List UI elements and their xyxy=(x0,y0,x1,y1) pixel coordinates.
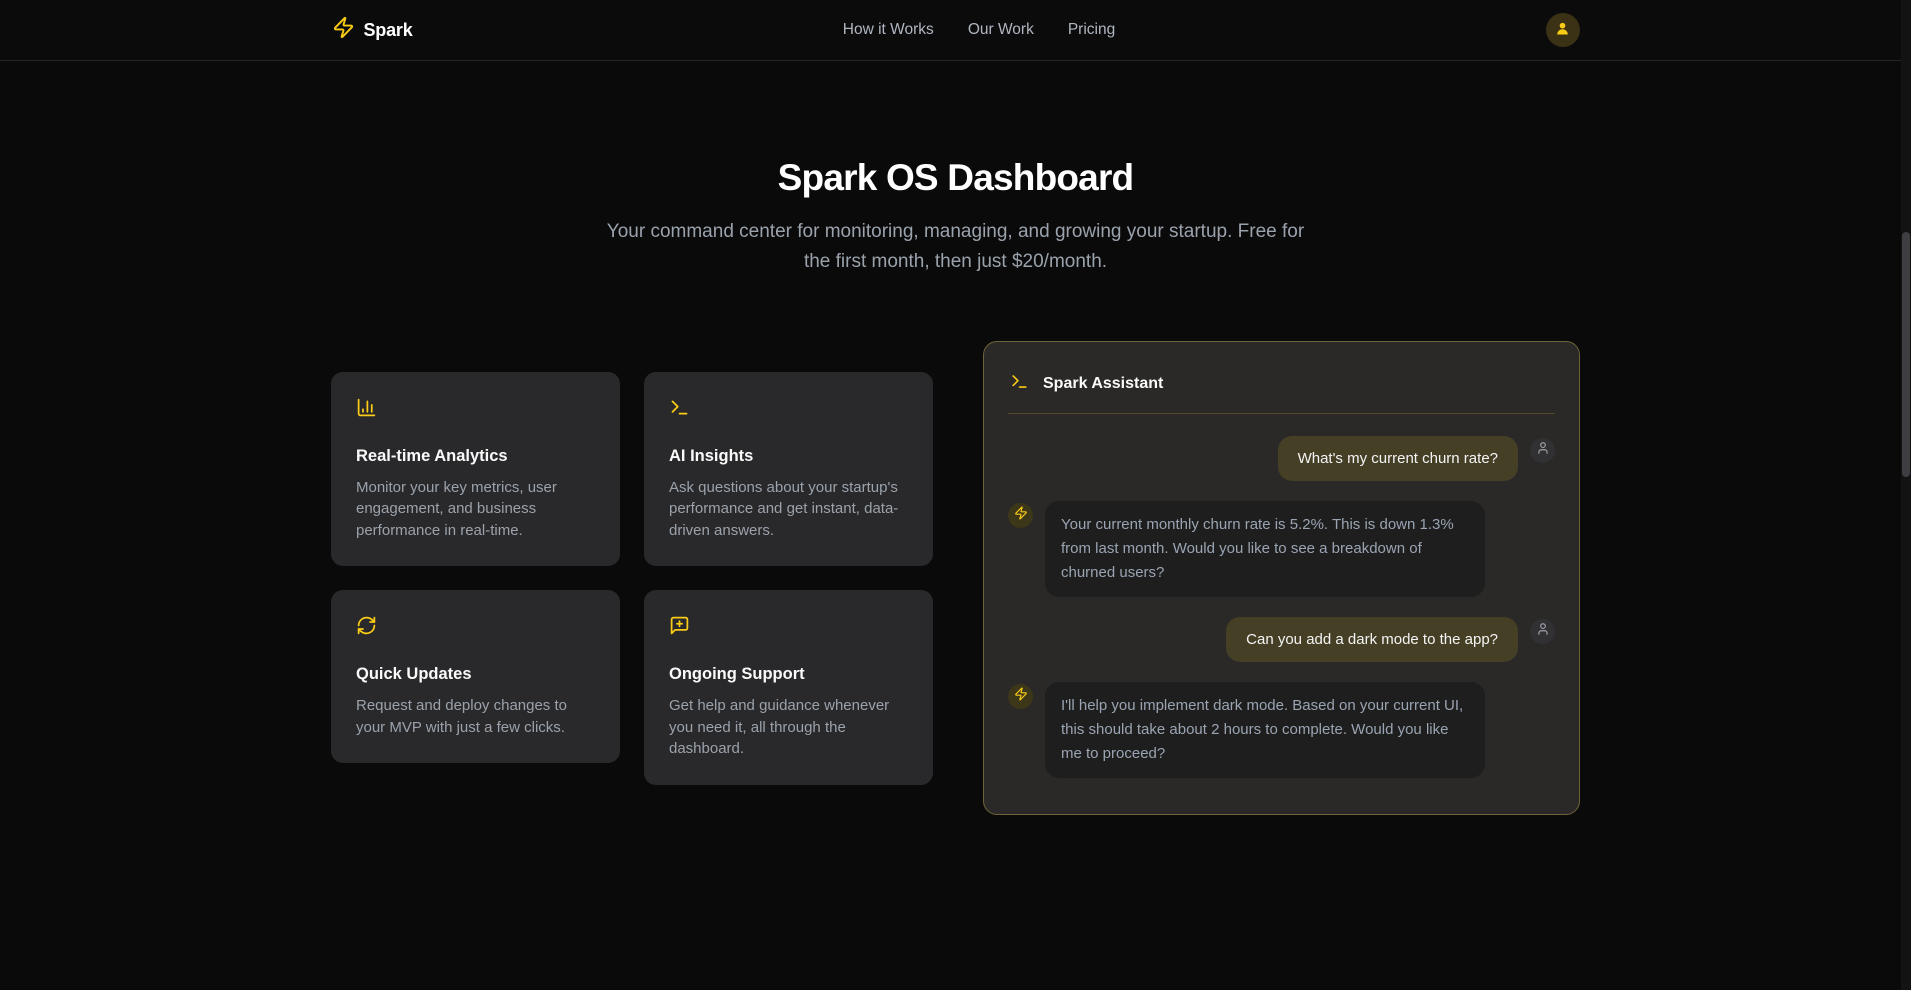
nav-links: How it Works Our Work Pricing xyxy=(413,21,1546,39)
chat-message-user: What's my current churn rate? xyxy=(1008,436,1555,481)
nav-link-our-work[interactable]: Our Work xyxy=(968,21,1034,39)
zap-icon xyxy=(332,16,355,44)
feature-card-description: Ask questions about your startup's perfo… xyxy=(669,477,908,542)
user-icon xyxy=(1536,441,1550,460)
navbar: Spark How it Works Our Work Pricing xyxy=(0,0,1911,61)
user-avatar-button[interactable] xyxy=(1546,13,1580,47)
feature-card-real-time-analytics: Real-time Analytics Monitor your key met… xyxy=(331,372,620,567)
user-message-bubble: Can you add a dark mode to the app? xyxy=(1226,617,1518,662)
brand-logo[interactable]: Spark xyxy=(332,16,413,44)
feature-card-ongoing-support: Ongoing Support Get help and guidance wh… xyxy=(644,590,933,785)
features-grid: Real-time Analytics Monitor your key met… xyxy=(331,372,933,785)
bar-chart-icon xyxy=(356,397,595,423)
chat-message-assistant: I'll help you implement dark mode. Based… xyxy=(1008,682,1555,778)
message-square-plus-icon xyxy=(669,615,908,641)
user-icon xyxy=(1536,622,1550,641)
assistant-message-bubble: Your current monthly churn rate is 5.2%.… xyxy=(1045,501,1485,597)
navbar-inner: Spark How it Works Our Work Pricing xyxy=(332,0,1580,60)
zap-icon xyxy=(1014,506,1028,525)
main-content: Spark OS Dashboard Your command center f… xyxy=(0,61,1911,815)
user-message-bubble: What's my current churn rate? xyxy=(1278,436,1518,481)
terminal-icon xyxy=(1010,372,1029,396)
hero-subtitle: Your command center for monitoring, mana… xyxy=(598,217,1313,277)
hero-section: Spark OS Dashboard Your command center f… xyxy=(0,61,1911,277)
feature-card-description: Monitor your key metrics, user engagemen… xyxy=(356,477,595,542)
scrollbar-thumb[interactable] xyxy=(1902,232,1910,477)
page-title: Spark OS Dashboard xyxy=(0,157,1911,199)
chat-message-assistant: Your current monthly churn rate is 5.2%.… xyxy=(1008,501,1555,597)
user-message-avatar xyxy=(1530,438,1555,463)
assistant-message-avatar xyxy=(1008,684,1033,709)
chat-message-user: Can you add a dark mode to the app? xyxy=(1008,617,1555,662)
chat-title: Spark Assistant xyxy=(1043,375,1163,393)
chat-messages: What's my current churn rate? Your curre… xyxy=(1008,436,1555,778)
feature-card-title: Ongoing Support xyxy=(669,665,908,684)
refresh-icon xyxy=(356,615,595,641)
terminal-icon xyxy=(669,397,908,423)
feature-card-ai-insights: AI Insights Ask questions about your sta… xyxy=(644,372,933,567)
feature-card-title: Real-time Analytics xyxy=(356,447,595,466)
zap-icon xyxy=(1014,687,1028,706)
assistant-message-bubble: I'll help you implement dark mode. Based… xyxy=(1045,682,1485,778)
scrollbar[interactable] xyxy=(1901,0,1911,990)
assistant-message-avatar xyxy=(1008,503,1033,528)
feature-card-title: AI Insights xyxy=(669,447,908,466)
nav-link-how-it-works[interactable]: How it Works xyxy=(843,21,934,39)
nav-link-pricing[interactable]: Pricing xyxy=(1068,21,1115,39)
chat-header: Spark Assistant xyxy=(1008,366,1555,414)
content-row: Real-time Analytics Monitor your key met… xyxy=(0,341,1911,815)
feature-card-quick-updates: Quick Updates Request and deploy changes… xyxy=(331,590,620,763)
feature-card-description: Request and deploy changes to your MVP w… xyxy=(356,695,595,738)
user-message-avatar xyxy=(1530,619,1555,644)
spark-assistant-widget: Spark Assistant What's my current churn … xyxy=(983,341,1580,815)
feature-card-description: Get help and guidance whenever you need … xyxy=(669,695,908,760)
feature-card-title: Quick Updates xyxy=(356,665,595,684)
user-icon xyxy=(1554,20,1571,40)
brand-name: Spark xyxy=(364,20,413,41)
